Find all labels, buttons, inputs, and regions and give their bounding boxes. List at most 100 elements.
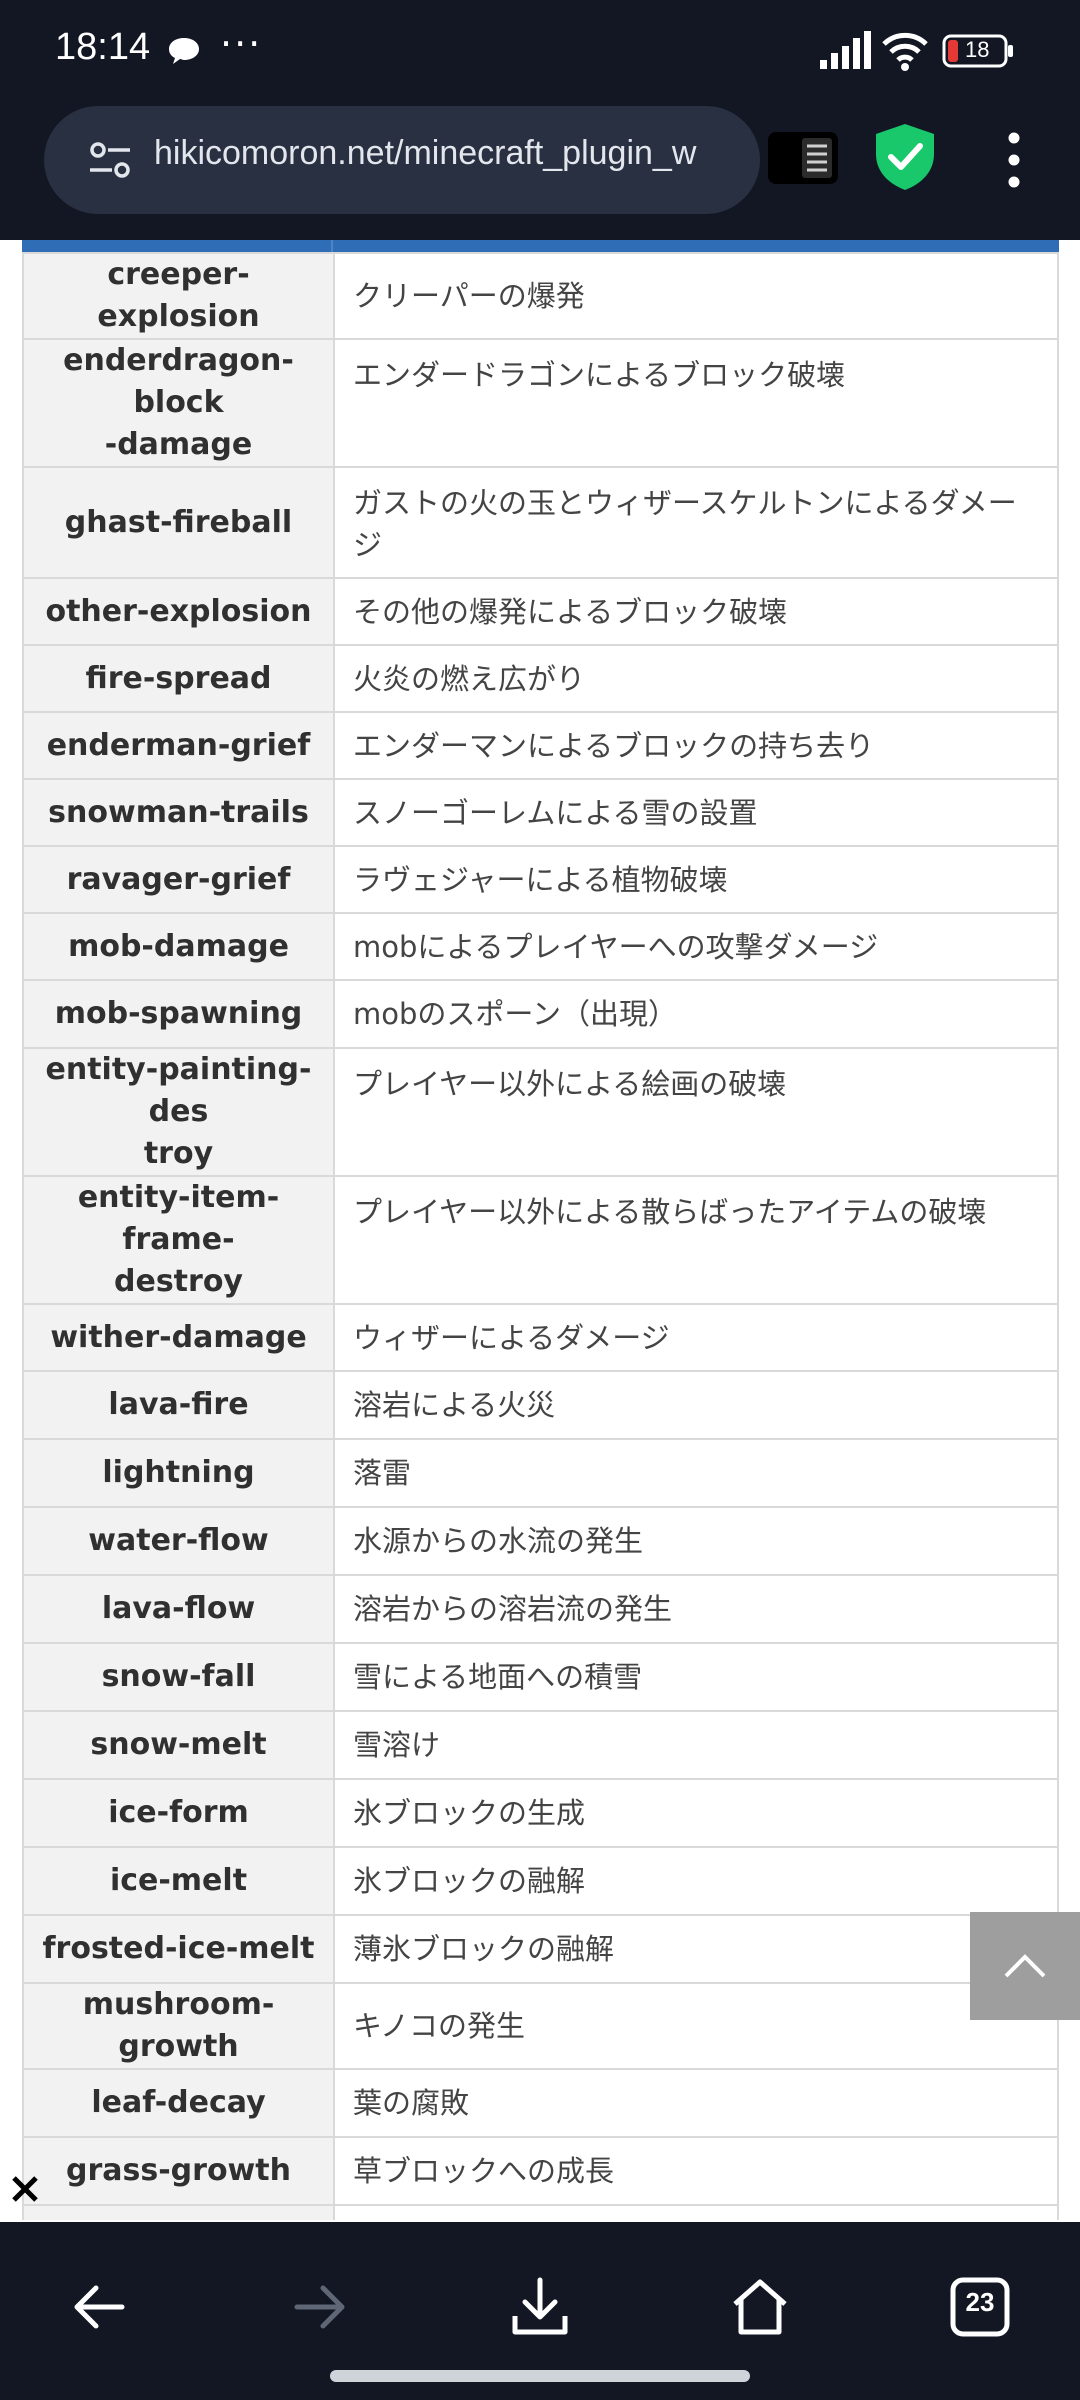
flag-description-cell: 溶岩からの溶岩流の発生 [333,1574,1059,1644]
table-row: ice-form 氷ブロックの生成 [22,1778,1059,1848]
tune-icon[interactable] [88,140,132,180]
flag-description-cell: エンダードラゴンによるブロック破壊 [333,338,1059,468]
flag-name-cell: leaf-decay [22,2068,335,2138]
table-row: lightning 落雷 [22,1438,1059,1508]
flag-name-cell: ice-form [22,1778,335,1848]
flag-name-cell: mob-damage [22,912,335,981]
flag-description-cell: 菌糸ブロックの広がり [333,2204,1059,2220]
bottom-navigation: 23 [0,2222,1080,2400]
chevron-up-icon [1004,1954,1046,1978]
flag-description-cell: 水源からの水流の発生 [333,1506,1059,1576]
flag-description-cell: 雪による地面への積雪 [333,1642,1059,1712]
chat-bubble-icon [169,38,199,64]
page-content[interactable]: creeper-explosion クリーパーの爆発 enderdragon-blo… [0,240,1080,2220]
table-row: other-explosion その他の爆発によるブロック破壊 [22,577,1059,646]
flags-table: creeper-explosion クリーパーの爆発 enderdragon-blo… [22,252,1059,2220]
table-row: mob-damage mobによるプレイヤーへの攻撃ダメージ [22,912,1059,981]
scroll-to-top-button[interactable] [970,1912,1080,2020]
flag-name-cell: mob-spawning [22,979,335,1049]
flag-description-cell: プレイヤー以外による散らばったアイテムの破壊 [333,1175,1059,1305]
flag-name-cell: snow-melt [22,1710,335,1780]
table-row: ice-melt 氷ブロックの融解 [22,1846,1059,1916]
flag-description-cell: 草ブロックへの成長 [333,2136,1059,2206]
flag-name-cell: snowman-trails [22,778,335,847]
flag-name-cell: enderdragon-block -damage [22,338,335,468]
flag-name-cell: entity-item-frame-destroy [22,1175,335,1305]
shield-check-icon[interactable] [872,122,938,192]
table-row: lava-flow 溶岩からの溶岩流の発生 [22,1574,1059,1644]
status-time: 18:14 [55,26,151,68]
table-row: enderman-grief エンダーマンによるブロックの持ち去り [22,711,1059,780]
flag-description-cell: クリーパーの爆発 [333,252,1059,340]
flag-description-cell: ラヴェジャーによる植物破壊 [333,845,1059,914]
header-divider [331,240,333,252]
battery-level: 18 [965,37,990,62]
flag-description-cell: 雪溶け [333,1710,1059,1780]
wifi-icon [882,32,928,71]
flag-description-cell: ウィザーによるダメージ [333,1303,1059,1372]
url-text[interactable]: hikicomoron.net/minecraft_plugin_w [154,134,744,184]
table-row: snow-melt 雪溶け [22,1710,1059,1780]
table-row: creeper-explosion クリーパーの爆発 [22,252,1059,340]
table-row: snowman-trails スノーゴーレムによる雪の設置 [22,778,1059,847]
table-row: leaf-decay 葉の腐敗 [22,2068,1059,2138]
more-dots-icon: ··· [220,22,263,66]
flag-description-cell: 氷ブロックの生成 [333,1778,1059,1848]
flag-description-cell: 氷ブロックの融解 [333,1846,1059,1916]
table-row: fire-spread 火炎の燃え広がり [22,644,1059,713]
flag-name-cell: lava-fire [22,1370,335,1440]
download-icon[interactable] [505,2272,575,2342]
flag-description-cell: スノーゴーレムによる雪の設置 [333,778,1059,847]
forward-arrow-icon[interactable] [285,2272,355,2342]
flag-name-cell: enderman-grief [22,711,335,780]
flag-name-cell: mycelium-spread [22,2204,335,2220]
table-row: lava-fire 溶岩による火災 [22,1370,1059,1440]
address-bar[interactable]: hikicomoron.net/minecraft_plugin_w [44,106,760,214]
table-row: mob-spawning mobのスポーン（出現） [22,979,1059,1049]
gesture-handle [330,2370,750,2382]
flag-description-cell: 火炎の燃え広がり [333,644,1059,713]
table-row: entity-painting-des troy プレイヤー以外による絵画の破壊 [22,1047,1059,1177]
reader-mode-icon[interactable] [766,130,840,186]
flag-description-cell: 溶岩による火災 [333,1370,1059,1440]
flag-name-cell: snow-fall [22,1642,335,1712]
flag-description-cell: プレイヤー以外による絵画の破壊 [333,1047,1059,1177]
table-row: ghast-fireball ガストの火の玉とウィザースケルトンによるダメージ [22,466,1059,579]
back-arrow-icon[interactable] [64,2272,134,2342]
tabs-count: 23 [965,2287,995,2317]
flag-description-cell: mobによるプレイヤーへの攻撃ダメージ [333,912,1059,981]
flag-name-cell: ghast-fireball [22,466,335,579]
kebab-menu-icon[interactable] [1000,128,1028,192]
table-row: enderdragon-block -damage エンダードラゴンによるブロック破… [22,338,1059,468]
status-bar: 18:14 ··· 18 [0,0,1080,100]
flag-name-cell: fire-spread [22,644,335,713]
table-row: entity-item-frame-destroy プレイヤー以外による散らばった… [22,1175,1059,1305]
flag-description-cell: 葉の腐敗 [333,2068,1059,2138]
flag-description-cell: ガストの火の玉とウィザースケルトンによるダメージ [333,466,1059,579]
table-row: wither-damage ウィザーによるダメージ [22,1303,1059,1372]
table-header [22,240,1059,252]
flag-name-cell: lightning [22,1438,335,1508]
table-row: water-flow 水源からの水流の発生 [22,1506,1059,1576]
home-icon[interactable] [725,2272,795,2342]
flag-name-cell: ice-melt [22,1846,335,1916]
table-row: frosted-ice-melt 薄氷ブロックの融解 [22,1914,1059,1984]
close-icon[interactable] [8,2172,42,2206]
flag-description-cell: 落雷 [333,1438,1059,1508]
flag-description-cell: キノコの発生 [333,1982,1059,2070]
tabs-button[interactable]: 23 [945,2272,1015,2342]
flag-name-cell: frosted-ice-melt [22,1914,335,1984]
flag-name-cell: wither-damage [22,1303,335,1372]
flag-name-cell: grass-growth [22,2136,335,2206]
flag-name-cell: ravager-grief [22,845,335,914]
flag-name-cell: other-explosion [22,577,335,646]
browser-toolbar: hikicomoron.net/minecraft_plugin_w [0,100,1080,240]
flag-name-cell: creeper-explosion [22,252,335,340]
flag-description-cell: その他の爆発によるブロック破壊 [333,577,1059,646]
flag-name-cell: lava-flow [22,1574,335,1644]
flag-name-cell: water-flow [22,1506,335,1576]
table-row: grass-growth 草ブロックへの成長 [22,2136,1059,2206]
table-row: ravager-grief ラヴェジャーによる植物破壊 [22,845,1059,914]
table-row: mushroom-growth キノコの発生 [22,1982,1059,2070]
flag-name-cell: mushroom-growth [22,1982,335,2070]
